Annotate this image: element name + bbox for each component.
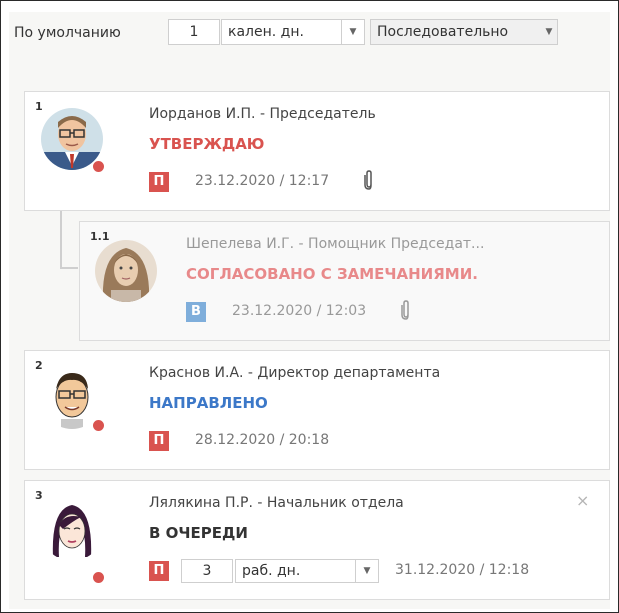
approval-date: 23.12.2020 / 12:03 <box>232 303 367 319</box>
approver-name: Иорданов И.П. - Председатель <box>149 106 376 122</box>
approver-card-1: 1 Иорданов И.П. - Председатель УТВЕРЖДАЮ… <box>24 91 610 211</box>
role-badge: П <box>149 561 169 581</box>
approver-card-1-1: 1.1 Шепелева И.Г. - Помощник Председат..… <box>79 221 610 341</box>
approval-date: 28.12.2020 / 20:18 <box>195 432 330 448</box>
approver-name: Шепелева И.Г. - Помощник Председат... <box>186 236 485 252</box>
approver-status: УТВЕРЖДАЮ <box>149 135 265 153</box>
default-unit-select[interactable]: кален. дн. ▼ <box>221 19 365 45</box>
status-dot <box>92 571 105 584</box>
approver-number: 2 <box>35 359 43 372</box>
unit-select[interactable]: раб. дн. ▼ <box>235 559 379 583</box>
status-dot <box>92 419 105 432</box>
chevron-down-icon[interactable]: ▼ <box>541 20 557 44</box>
role-badge: В <box>186 302 206 322</box>
default-unit-label: кален. дн. <box>228 24 304 40</box>
paperclip-icon[interactable] <box>363 170 375 194</box>
approver-number: 3 <box>35 489 43 502</box>
status-dot <box>92 160 105 173</box>
approver-name: Лялякина П.Р. - Начальник отдела <box>149 495 404 511</box>
approver-status: В ОЧЕРЕДИ <box>149 524 248 542</box>
chevron-down-icon[interactable]: ▼ <box>355 560 378 582</box>
approval-date: 23.12.2020 / 12:17 <box>195 173 330 189</box>
role-badge: П <box>149 431 169 451</box>
approver-card-3: 3 Лялякина П.Р. - Начальник отдела × В О… <box>24 480 610 600</box>
paperclip-icon[interactable] <box>400 300 412 324</box>
order-select[interactable]: Последовательно ▼ <box>370 19 558 45</box>
approver-number: 1.1 <box>90 230 110 243</box>
approver-name: Краснов И.А. - Директор департамента <box>149 365 441 381</box>
approver-status: СОГЛАСОВАНО С ЗАМЕЧАНИЯМИ. <box>186 265 478 283</box>
approver-card-2: 2 Краснов И.А. - Директор департамента Н… <box>24 350 610 470</box>
default-label: По умолчанию <box>14 25 121 41</box>
order-label: Последовательно <box>377 24 509 40</box>
approval-date: 31.12.2020 / 12:18 <box>395 562 530 578</box>
approver-number: 1 <box>35 100 43 113</box>
close-icon[interactable]: × <box>576 491 589 510</box>
approver-status: НАПРАВЛЕНО <box>149 394 268 412</box>
days-input[interactable]: 3 <box>181 559 233 583</box>
role-badge: П <box>149 172 169 192</box>
chevron-down-icon[interactable]: ▼ <box>341 20 364 44</box>
avatar <box>41 499 103 561</box>
default-days-input[interactable]: 1 <box>168 19 220 45</box>
avatar <box>95 240 157 302</box>
unit-label: раб. дн. <box>242 563 301 579</box>
tree-connector <box>60 267 78 269</box>
